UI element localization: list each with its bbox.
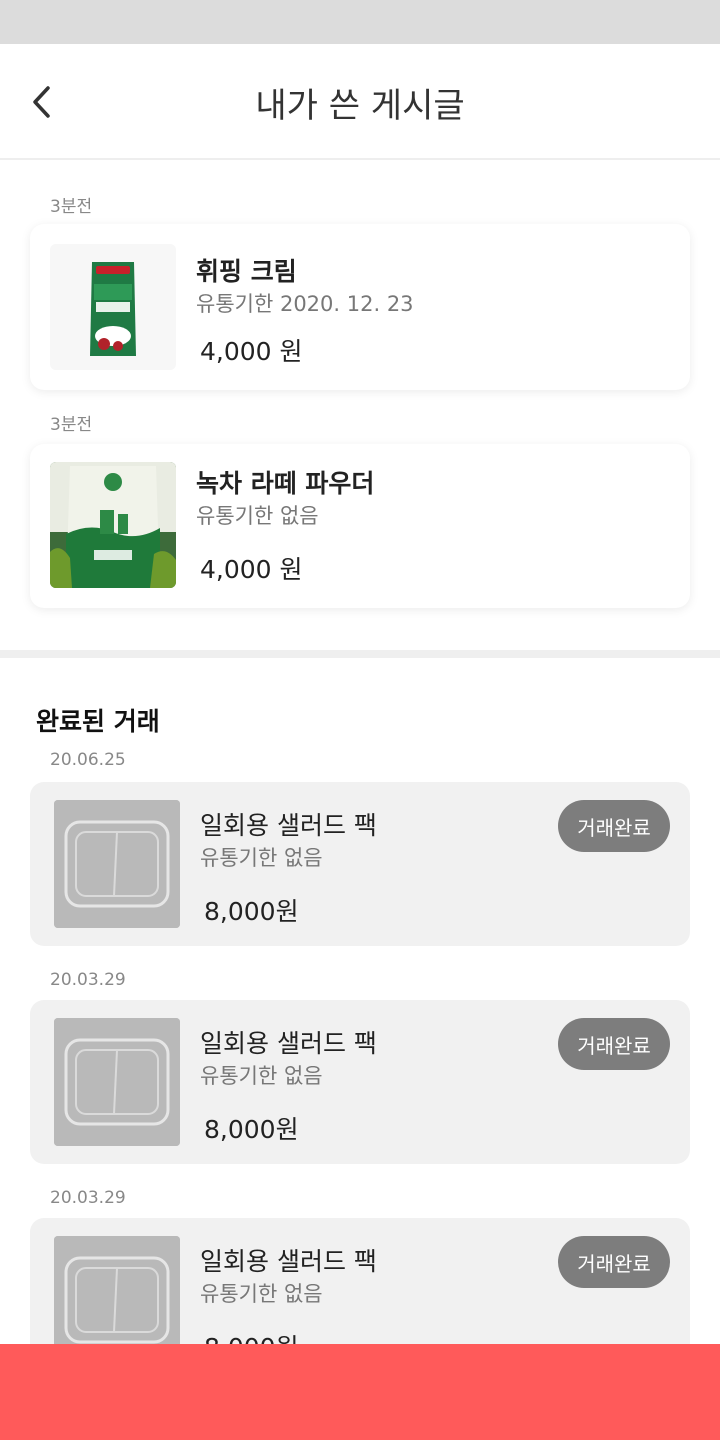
product-image xyxy=(50,462,176,588)
section-divider xyxy=(0,650,720,658)
post-time: 3분전 xyxy=(50,415,93,435)
post-title: 녹차 라떼 파우더 xyxy=(196,469,375,498)
completed-card[interactable]: 일회용 샐러드 팩 유통기한 없음 8,000원 거래완료 xyxy=(30,1218,690,1344)
completed-section-title: 완료된 거래 xyxy=(36,707,160,736)
completed-item-price: 8,000원 xyxy=(204,897,299,926)
app-header: 내가 쓴 게시글 xyxy=(0,44,720,160)
completed-item-title: 일회용 샐러드 팩 xyxy=(200,811,377,840)
product-image xyxy=(54,1018,180,1146)
completed-item-price: 8,000원 xyxy=(204,1328,299,1344)
completed-item-expiry: 유통기한 없음 xyxy=(200,1282,323,1306)
completed-date: 20.03.29 xyxy=(50,970,126,990)
completed-card[interactable]: 일회용 샐러드 팩 유통기한 없음 8,000원 거래완료 xyxy=(30,782,690,946)
page-title: 내가 쓴 게시글 xyxy=(255,86,465,126)
product-image xyxy=(54,1236,180,1344)
post-price: 4,000 원 xyxy=(200,337,303,366)
trade-complete-badge: 거래완료 xyxy=(558,1236,670,1288)
post-price: 4,000 원 xyxy=(200,555,303,584)
completed-item-expiry: 유통기한 없음 xyxy=(200,846,323,870)
completed-item-expiry: 유통기한 없음 xyxy=(200,1064,323,1088)
product-image xyxy=(54,800,180,928)
post-title: 휘핑 크림 xyxy=(196,257,297,286)
post-time: 3분전 xyxy=(50,197,93,217)
bottom-bar xyxy=(0,1344,720,1440)
post-card-whipping-cream[interactable]: 휘핑 크림 유통기한 2020. 12. 23 4,000 원 xyxy=(30,224,690,390)
trade-complete-badge: 거래완료 xyxy=(558,800,670,852)
post-list[interactable]: 3분전 휘핑 크림 유통기한 2020. 12. 23 4,000 원 3분전 xyxy=(0,162,720,1344)
completed-date: 20.03.29 xyxy=(50,1188,126,1208)
post-card-green-tea-latte[interactable]: 녹차 라떼 파우더 유통기한 없음 4,000 원 xyxy=(30,444,690,608)
completed-item-title: 일회용 샐러드 팩 xyxy=(200,1247,377,1276)
product-image xyxy=(50,244,176,370)
completed-card[interactable]: 일회용 샐러드 팩 유통기한 없음 8,000원 거래완료 xyxy=(30,1000,690,1164)
completed-date: 20.06.25 xyxy=(50,750,126,770)
trade-complete-badge: 거래완료 xyxy=(558,1018,670,1070)
completed-item-price: 8,000원 xyxy=(204,1115,299,1144)
post-expiry: 유통기한 없음 xyxy=(196,504,319,528)
post-expiry: 유통기한 2020. 12. 23 xyxy=(196,292,414,316)
status-bar xyxy=(0,0,720,44)
completed-item-title: 일회용 샐러드 팩 xyxy=(200,1029,377,1058)
